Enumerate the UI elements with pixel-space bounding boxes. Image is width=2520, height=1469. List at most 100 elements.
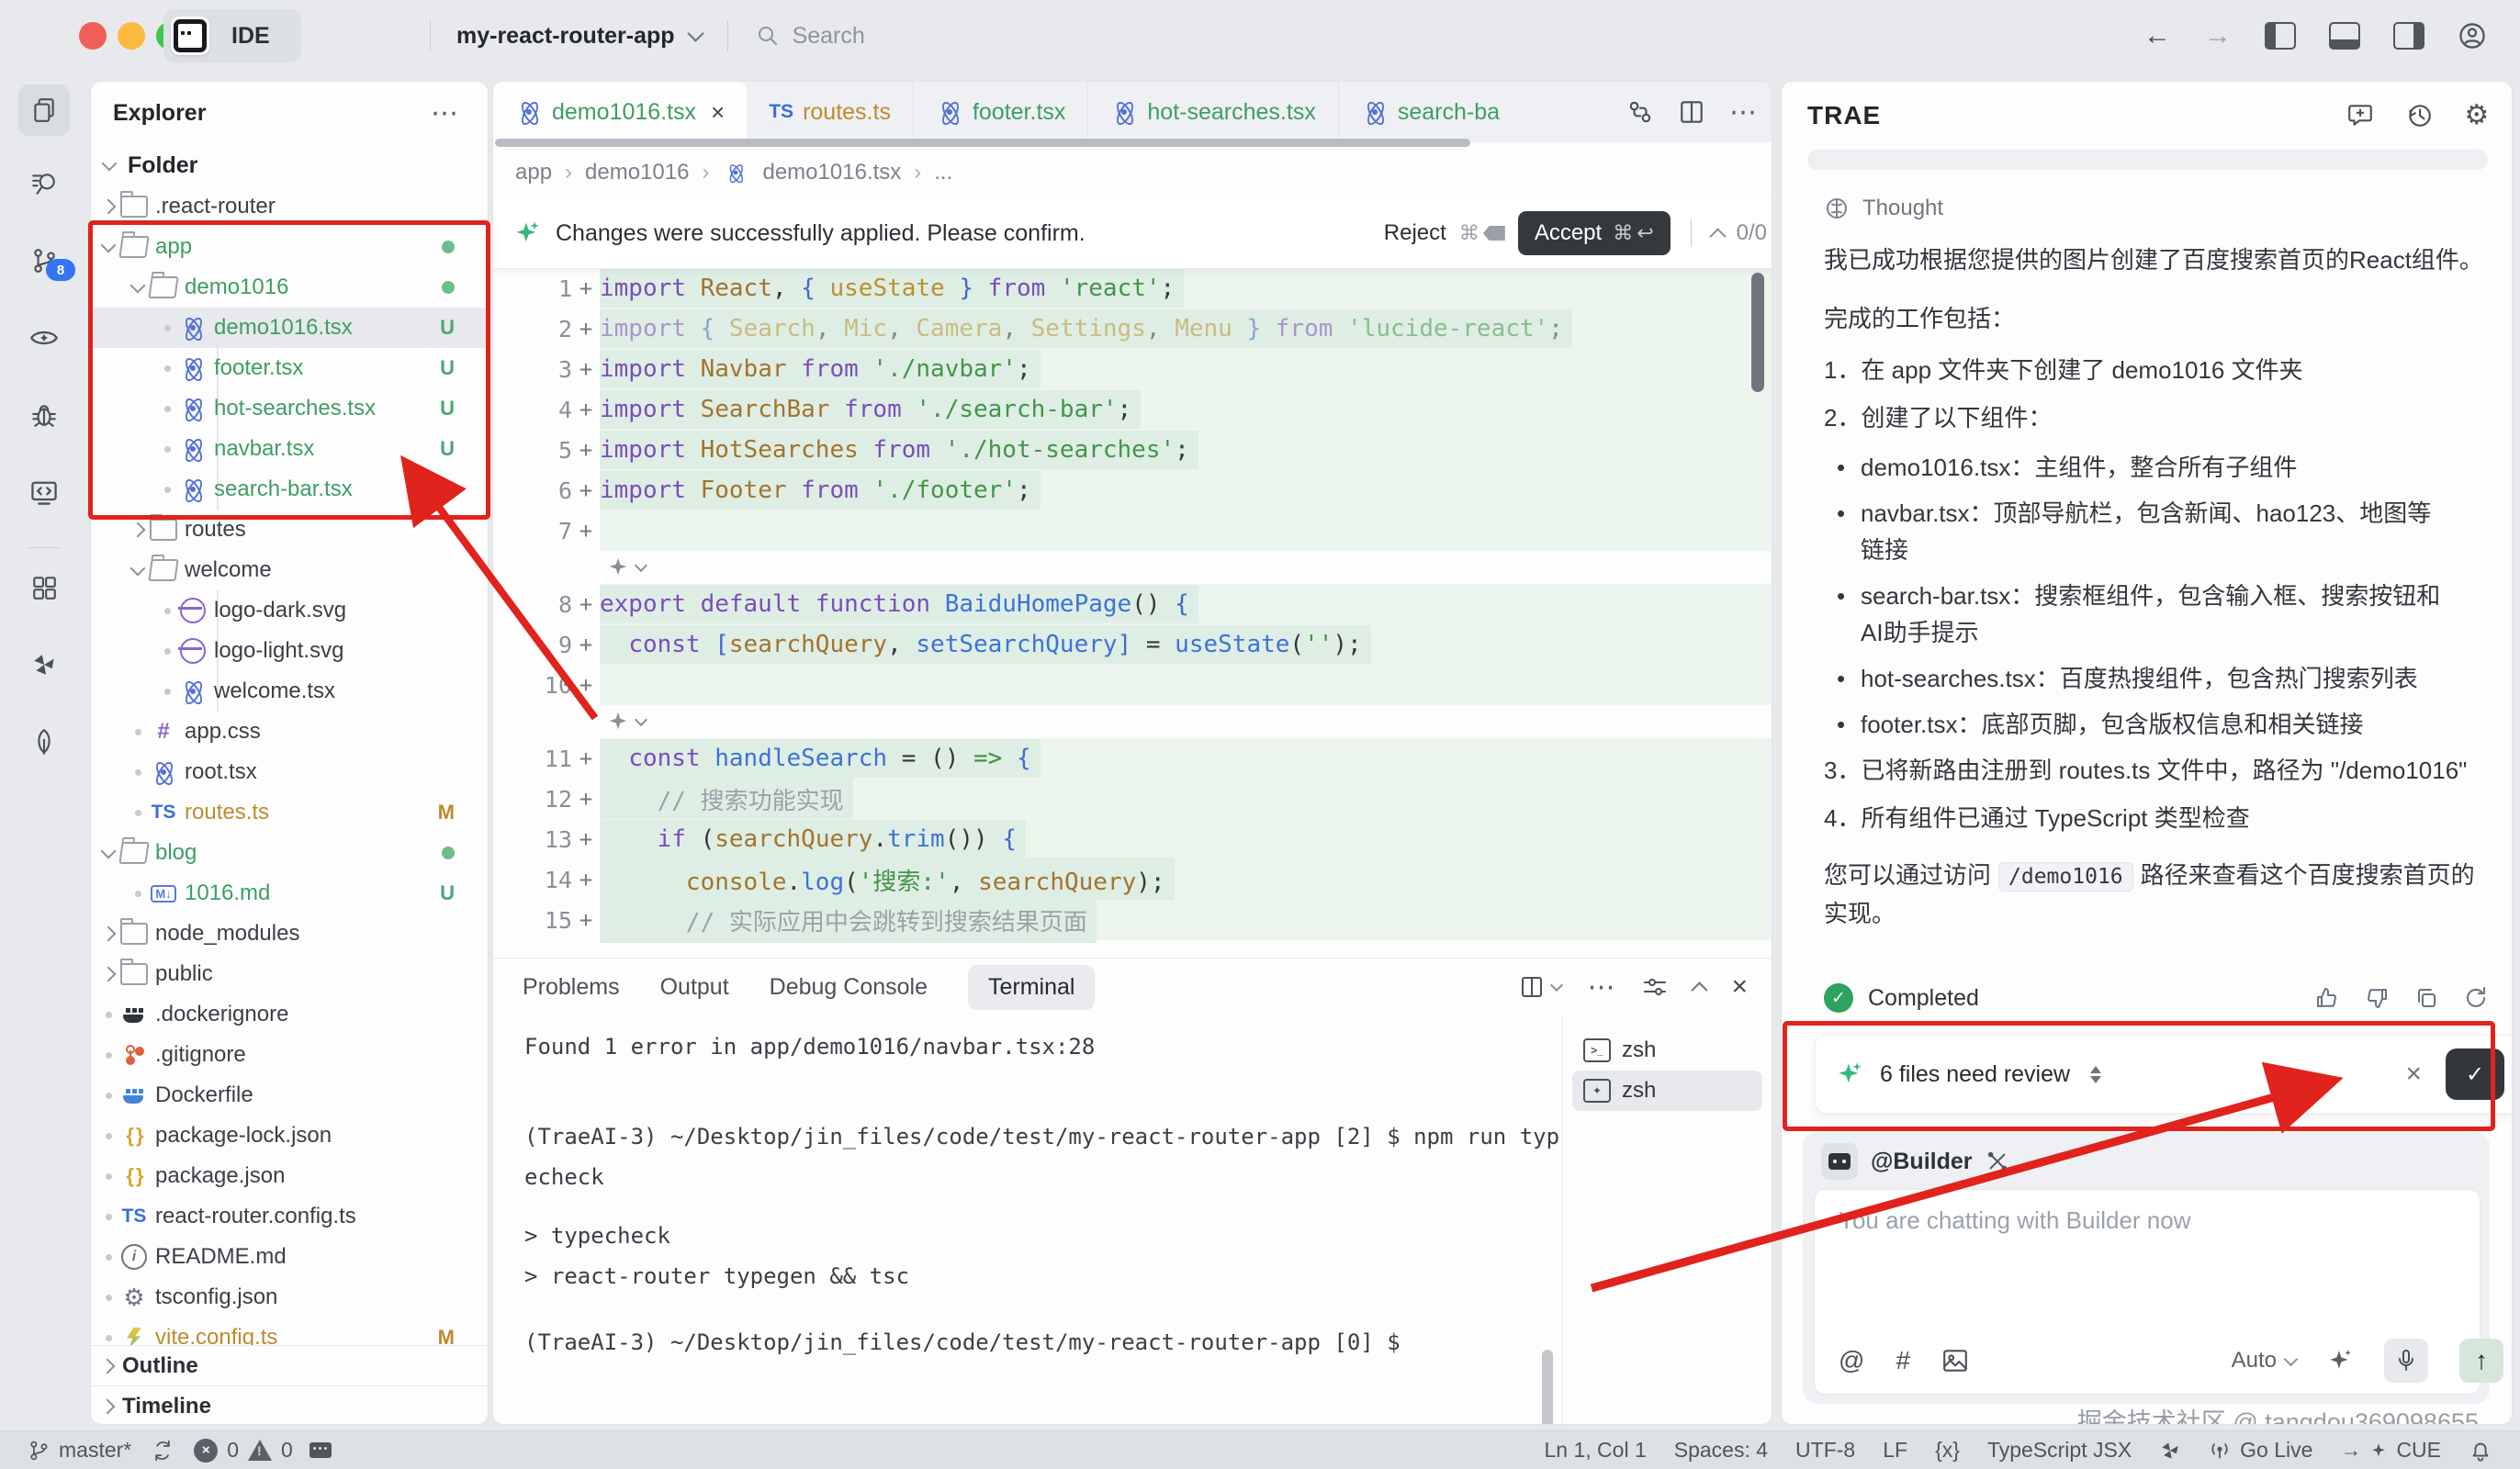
tree-item[interactable]: logo-dark.svg xyxy=(91,590,488,631)
activitybar-search[interactable] xyxy=(18,158,70,209)
reject-button[interactable]: Reject xyxy=(1384,220,1446,246)
image-attach-icon[interactable] xyxy=(1941,1347,1969,1374)
more-actions-icon[interactable]: ⋯ xyxy=(1729,96,1759,129)
settings-gear-icon[interactable]: ⚙ xyxy=(2464,102,2489,129)
tree-item[interactable]: node_modules xyxy=(91,914,488,954)
activitybar-source-control[interactable]: 8 xyxy=(18,235,70,286)
tree-item[interactable]: TSreact-router.config.ts xyxy=(91,1196,488,1237)
editor-scrollbar[interactable] xyxy=(1751,273,1764,392)
indent-setting[interactable]: Spaces: 4 xyxy=(1674,1438,1768,1463)
activitybar-preview[interactable] xyxy=(18,312,70,364)
tree-item[interactable]: iREADME.md xyxy=(91,1237,488,1277)
bell-icon[interactable] xyxy=(2469,1439,2492,1463)
activitybar-mongodb[interactable] xyxy=(18,716,70,768)
dismiss-review-icon[interactable]: × xyxy=(2405,1059,2422,1090)
tree-item-selected[interactable]: demo1016.tsxU xyxy=(91,308,488,348)
tree-item[interactable]: navbar.tsxU xyxy=(91,429,488,469)
explorer-more-button[interactable]: ⋯ xyxy=(431,97,460,129)
tab-debug-console[interactable]: Debug Console xyxy=(770,974,928,1001)
explorer-section-folder[interactable]: Folder xyxy=(128,152,197,179)
panel-settings-icon[interactable] xyxy=(1642,974,1668,1000)
tree-item[interactable]: ⚙tsconfig.json xyxy=(91,1277,488,1318)
tree-item[interactable]: hot-searches.tsxU xyxy=(91,388,488,429)
terminal-session-active[interactable]: ✦zsh xyxy=(1572,1071,1762,1111)
cue-button[interactable]: → CUE xyxy=(2340,1438,2441,1463)
prev-change-button[interactable] xyxy=(1709,228,1726,244)
history-icon[interactable] xyxy=(2405,102,2433,129)
tree-item[interactable]: TSroutes.tsM xyxy=(91,792,488,833)
tree-item[interactable]: logo-light.svg xyxy=(91,631,488,671)
prettier-icon[interactable] xyxy=(2159,1440,2181,1462)
tree-item[interactable]: #app.css xyxy=(91,712,488,752)
regenerate-icon[interactable] xyxy=(2463,985,2489,1011)
close-tab-icon[interactable]: × xyxy=(711,98,725,127)
activitybar-explorer[interactable] xyxy=(18,84,70,136)
tab-output[interactable]: Output xyxy=(660,974,729,1001)
nav-forward-button[interactable]: → xyxy=(2204,20,2232,51)
activitybar-remote[interactable] xyxy=(18,466,70,518)
split-editor-icon[interactable] xyxy=(1678,98,1705,126)
account-icon[interactable] xyxy=(2458,21,2487,50)
toggle-right-panel-button[interactable] xyxy=(2393,22,2424,50)
tree-item[interactable]: demo1016 xyxy=(91,267,488,308)
cursor-position[interactable]: Ln 1, Col 1 xyxy=(1545,1438,1647,1463)
tree-item[interactable]: welcome.tsx xyxy=(91,671,488,712)
code-editor[interactable]: 1+import React, { useState } from 'react… xyxy=(493,268,1772,958)
enhance-sparkle-icon[interactable] xyxy=(2327,1348,2353,1374)
activitybar-extensions[interactable] xyxy=(18,562,70,613)
breadcrumb-item[interactable]: ... xyxy=(934,160,952,185)
git-compare-icon[interactable] xyxy=(1626,98,1654,126)
tab-demo1016[interactable]: demo1016.tsx× xyxy=(493,82,747,142)
tab-problems[interactable]: Problems xyxy=(523,974,620,1001)
tab-footer[interactable]: footer.tsx xyxy=(914,82,1088,142)
project-switcher[interactable]: my-react-router-app xyxy=(456,23,702,50)
timeline-section[interactable]: Timeline xyxy=(91,1385,489,1425)
encoding[interactable]: UTF-8 xyxy=(1795,1438,1855,1463)
outline-section[interactable]: Outline xyxy=(91,1345,489,1386)
maximize-panel-icon[interactable] xyxy=(1692,981,1708,998)
activitybar-prettier[interactable] xyxy=(18,639,70,690)
model-auto-select[interactable]: Auto xyxy=(2232,1348,2296,1374)
breadcrumb-item[interactable]: app xyxy=(515,160,552,185)
voice-input-button[interactable] xyxy=(2384,1339,2428,1383)
hashtag-icon[interactable]: # xyxy=(1896,1346,1910,1375)
tree-item[interactable]: vite.config.tsM xyxy=(91,1318,488,1345)
tab-search-bar[interactable]: search-ba xyxy=(1339,82,1522,142)
inline-ai-widget[interactable] xyxy=(493,551,1772,584)
minimize-window-button[interactable] xyxy=(118,22,145,50)
builder-agent-chip[interactable]: @Builder xyxy=(1803,1132,2490,1180)
files-review-bar[interactable]: 6 files need review × ✓ xyxy=(1815,1035,2513,1114)
tab-scrollbar[interactable] xyxy=(495,139,1470,147)
nav-back-button[interactable]: ← xyxy=(2143,20,2171,51)
tree-item[interactable]: public xyxy=(91,954,488,994)
terminal-scrollbar[interactable] xyxy=(1542,1350,1553,1425)
git-branch-status[interactable]: master* xyxy=(28,1438,131,1463)
panel-more-icon[interactable]: ⋯ xyxy=(1587,971,1616,1004)
breadcrumb-item[interactable]: demo1016 xyxy=(585,160,689,185)
tree-item[interactable]: .dockerignore xyxy=(91,994,488,1035)
toggle-bottom-panel-button[interactable] xyxy=(2329,22,2360,50)
tree-item[interactable]: welcome xyxy=(91,550,488,590)
thumbs-up-icon[interactable] xyxy=(2314,985,2340,1011)
accept-button[interactable]: Accept⌘↩ xyxy=(1518,211,1671,255)
tab-hot-searches[interactable]: hot-searches.tsx xyxy=(1088,82,1338,142)
toggle-left-panel-button[interactable] xyxy=(2265,22,2296,50)
tree-item[interactable]: app xyxy=(91,227,488,267)
tree-item[interactable]: search-bar.tsxU xyxy=(91,469,488,510)
tree-item[interactable]: footer.tsxU xyxy=(91,348,488,388)
eol-setting[interactable]: LF xyxy=(1883,1438,1907,1463)
ide-mode-toggle[interactable]: IDE xyxy=(163,9,301,62)
expand-collapse-icon[interactable] xyxy=(2090,1066,2101,1083)
language-mode[interactable]: TypeScript JSX xyxy=(1987,1438,2132,1463)
global-search[interactable]: Search xyxy=(756,23,865,50)
inline-ai-widget[interactable] xyxy=(493,705,1772,738)
inline-code-chip[interactable]: /demo1016 xyxy=(1998,862,2133,891)
activitybar-debug[interactable] xyxy=(18,389,70,441)
tree-item[interactable]: root.tsx xyxy=(91,752,488,792)
send-button[interactable]: ↑ xyxy=(2459,1339,2503,1383)
confirm-review-button[interactable]: ✓ xyxy=(2446,1048,2504,1100)
tree-item[interactable]: M↓1016.mdU xyxy=(91,873,488,914)
tree-item[interactable]: routes xyxy=(91,510,488,550)
close-window-button[interactable] xyxy=(79,22,107,50)
sync-icon[interactable] xyxy=(152,1440,174,1462)
